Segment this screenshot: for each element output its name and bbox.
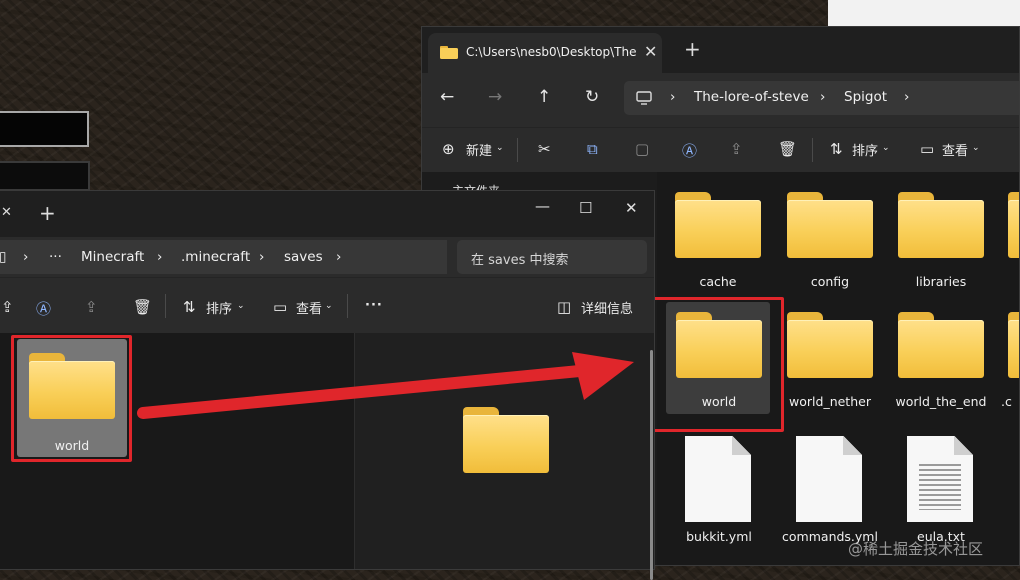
share-icon[interactable]: ⇪ [85, 298, 98, 316]
preview-pane [354, 333, 654, 569]
chevron-right-icon: › [336, 249, 342, 265]
more-options-icon[interactable]: ··· [365, 298, 383, 313]
highlight-box [639, 297, 784, 432]
command-bar: ⊕ 新建 ⌄ ✂ ⧉ ▢ Ⓐ ⇪ 🗑 ⇅ 排序 ⌄ ▭ 查看 ⌄ [422, 127, 1019, 172]
copy-icon[interactable]: ⧉ [587, 140, 598, 158]
navigation-bar: ← → ↑ ↻ › The-lore-of-steve › Spigot › [422, 73, 1019, 127]
file-icon[interactable] [685, 436, 751, 522]
close-tab-icon[interactable]: ✕ [1, 205, 12, 220]
maximize-icon[interactable]: ☐ [579, 199, 592, 217]
sort-button[interactable]: 排序 [206, 298, 232, 317]
background-window-edge [828, 0, 1020, 26]
breadcrumb-item[interactable]: saves [284, 249, 323, 265]
file-name[interactable]: config [775, 274, 885, 289]
back-arrow-icon[interactable]: ← [440, 87, 454, 107]
folder-icon[interactable] [1008, 192, 1019, 258]
explorer-window-saves: ✕ + — ☐ ✕ ▯ › ··· Minecraft › .minecraft… [0, 190, 655, 570]
view-icon: ▭ [273, 298, 288, 316]
chevron-right-icon: › [23, 249, 29, 265]
file-name[interactable]: world_the_end [886, 394, 996, 409]
file-list: world [0, 333, 354, 569]
monitor-icon [636, 91, 652, 105]
refresh-icon[interactable]: ↻ [585, 87, 599, 107]
divider [347, 294, 348, 318]
sort-button[interactable]: 排序 [852, 140, 878, 159]
minimize-icon[interactable]: — [535, 197, 550, 215]
cut-icon[interactable]: ✂ [538, 140, 551, 158]
view-icon: ▭ [920, 140, 935, 158]
chevron-right-icon: › [157, 249, 163, 265]
navigation-bar: ▯ › ··· Minecraft › .minecraft › saves ›… [0, 237, 654, 277]
view-button[interactable]: 查看 [296, 298, 322, 317]
chevron-right-icon: › [259, 249, 265, 265]
folder-icon[interactable] [898, 312, 984, 378]
address-bar[interactable]: › The-lore-of-steve › Spigot › [624, 81, 1019, 115]
breadcrumb-item[interactable]: Spigot [844, 89, 887, 105]
file-name[interactable]: world_nether [775, 394, 885, 409]
folder-icon[interactable] [1008, 312, 1019, 378]
address-bar[interactable]: ▯ › ··· Minecraft › .minecraft › saves › [0, 240, 447, 274]
up-arrow-icon[interactable]: ↑ [537, 87, 551, 107]
chevron-down-icon: ⌄ [325, 301, 333, 311]
search-input[interactable]: 在 saves 中搜索 [457, 240, 647, 274]
chevron-down-icon: ⌄ [496, 143, 504, 153]
details-button[interactable]: 详细信息 [581, 298, 633, 317]
view-button[interactable]: 查看 [942, 140, 968, 159]
folder-preview-icon [463, 407, 549, 473]
highlight-box [11, 335, 132, 462]
chevron-down-icon: ⌄ [882, 143, 890, 153]
share-icon[interactable]: ⇪ [1, 298, 14, 316]
more-icon[interactable]: ··· [49, 249, 62, 265]
delete-icon[interactable]: 🗑 [778, 140, 797, 158]
rename-icon[interactable]: Ⓐ [36, 298, 51, 319]
breadcrumb-item[interactable]: .minecraft [181, 249, 250, 265]
breadcrumb-item[interactable]: Minecraft [81, 249, 144, 265]
details-pane-icon: ◫ [557, 298, 572, 316]
command-bar: ⇪ Ⓐ ⇪ 🗑 ⇅ 排序 ⌄ ▭ 查看 ⌄ ··· ◫ 详细信息 [0, 277, 654, 334]
add-icon[interactable]: ⊕ [442, 140, 455, 158]
divider [812, 138, 813, 162]
tab-spigot[interactable]: C:\Users\nesb0\Desktop\The-l ✕ [428, 33, 662, 73]
watermark: @稀土掘金技术社区 [848, 540, 984, 558]
file-name[interactable]: .c [1001, 394, 1019, 409]
sort-icon: ⇅ [183, 298, 196, 316]
chevron-right-icon: › [820, 89, 826, 105]
minecraft-button[interactable] [0, 161, 90, 191]
close-tab-icon[interactable]: ✕ [644, 42, 657, 61]
chevron-right-icon: › [670, 89, 676, 105]
folder-icon[interactable] [787, 192, 873, 258]
folder-icon [440, 46, 458, 59]
breadcrumb-item[interactable]: The-lore-of-steve [694, 89, 809, 105]
divider [517, 138, 518, 162]
search-placeholder: 在 saves 中搜索 [471, 253, 569, 268]
file-icon[interactable] [796, 436, 862, 522]
new-button[interactable]: 新建 [466, 140, 492, 159]
folder-icon[interactable] [675, 192, 761, 258]
chevron-down-icon: ⌄ [237, 301, 245, 311]
chevron-down-icon: ⌄ [972, 143, 980, 153]
scrollbar[interactable] [650, 350, 653, 580]
monitor-icon: ▯ [0, 249, 6, 265]
share-icon[interactable]: ⇪ [730, 140, 743, 158]
delete-icon[interactable]: 🗑 [133, 298, 152, 316]
close-window-icon[interactable]: ✕ [625, 199, 638, 217]
tab-strip: ✕ + — ☐ ✕ [0, 191, 654, 237]
forward-arrow-icon[interactable]: → [488, 87, 502, 107]
file-name[interactable]: bukkit.yml [664, 529, 774, 544]
divider [165, 294, 166, 318]
file-name[interactable]: cache [663, 274, 773, 289]
new-tab-icon[interactable]: + [39, 201, 56, 225]
rename-icon[interactable]: Ⓐ [682, 140, 697, 161]
new-tab-icon[interactable]: + [684, 37, 701, 61]
text-file-icon[interactable] [907, 436, 973, 522]
folder-icon[interactable] [787, 312, 873, 378]
file-name[interactable]: libraries [886, 274, 996, 289]
minecraft-text-field[interactable] [0, 111, 89, 147]
sort-icon: ⇅ [830, 140, 843, 158]
tab-strip: C:\Users\nesb0\Desktop\The-l ✕ + [422, 27, 1019, 73]
folder-icon[interactable] [898, 192, 984, 258]
chevron-right-icon: › [904, 89, 910, 105]
tab-title: C:\Users\nesb0\Desktop\The-l [466, 45, 636, 59]
paste-icon[interactable]: ▢ [635, 140, 649, 158]
